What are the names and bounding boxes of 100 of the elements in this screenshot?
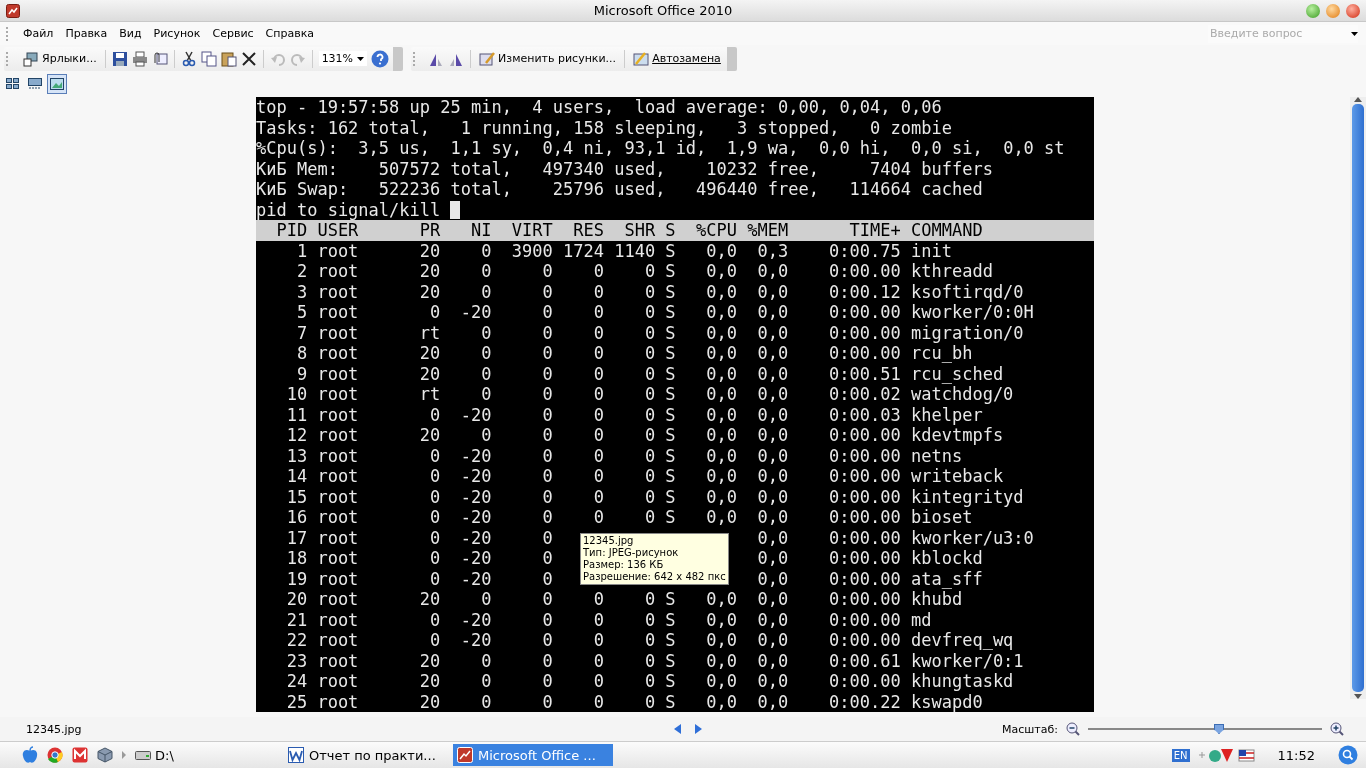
table-cell: netns (911, 445, 963, 466)
table-cell: 12 (286, 425, 308, 445)
table-cell: -20 (460, 568, 492, 589)
paste-icon[interactable] (220, 50, 237, 67)
table-cell: 0 (644, 691, 656, 712)
close-button[interactable] (1346, 3, 1360, 18)
language-indicator[interactable]: EN (1171, 748, 1190, 762)
expand-arrow-icon[interactable] (122, 751, 126, 759)
table-cell: 0 (542, 589, 553, 609)
picture-pencil-icon[interactable] (479, 50, 496, 67)
table-cell: 0,0 (757, 363, 789, 384)
slider-thumb[interactable] (1214, 724, 1224, 734)
table-cell: 0 (542, 445, 553, 466)
dropdown-caret-icon[interactable] (1351, 31, 1358, 36)
table-cell: rcu_sched (911, 363, 1004, 384)
zoom-dropdown[interactable]: 131% (318, 51, 368, 66)
next-icon[interactable] (694, 724, 702, 734)
table-cell: 0 (542, 261, 553, 281)
table-cell: 0 (644, 466, 656, 486)
table-cell: 0,0 (757, 568, 789, 589)
scroll-up-icon[interactable] (1354, 97, 1362, 102)
shortcuts-button[interactable]: Ярлыки... (21, 48, 99, 69)
table-cell: 0,0 (706, 240, 737, 261)
copy-icon[interactable] (200, 50, 217, 67)
cut-icon[interactable] (180, 50, 197, 67)
cube-icon[interactable] (97, 747, 113, 763)
table-cell: 0 (542, 322, 553, 343)
tray-icons-drawing[interactable] (1198, 747, 1255, 763)
table-cell: 0,0 (757, 507, 789, 527)
table-cell: 0 (593, 404, 604, 425)
table-cell: 0 (481, 384, 492, 404)
table-cell: 0,0 (757, 589, 789, 609)
attach-icon[interactable] (151, 50, 168, 67)
delete-icon[interactable] (240, 50, 257, 67)
table-cell: 0,0 (757, 343, 789, 363)
table-cell: ksoftirqd/0 (911, 281, 1024, 302)
table-cell: 0,0 (706, 384, 737, 404)
zoom-in-icon[interactable] (1330, 722, 1344, 736)
table-cell: 0 (542, 630, 553, 650)
table-cell: 0 (644, 281, 656, 302)
column-header: SHR (623, 220, 656, 241)
table-cell: 0,0 (706, 609, 737, 630)
table-cell: 0 (542, 691, 553, 712)
apple-icon[interactable] (22, 746, 38, 764)
table-cell: root (317, 240, 359, 261)
menu-item[interactable]: Вид (113, 25, 148, 42)
taskbar-button[interactable]: Microsoft Office ... (453, 744, 613, 766)
table-cell: root (317, 281, 359, 302)
menu-item[interactable]: Правка (59, 25, 114, 42)
table-cell: 0 (481, 425, 492, 445)
mail-icon[interactable] (72, 747, 88, 763)
table-cell: 0:00.00 (829, 425, 901, 445)
window-title: Microsoft Office 2010 (592, 3, 734, 18)
table-cell: root (317, 609, 359, 630)
previous-icon[interactable] (674, 724, 682, 734)
menu-item[interactable]: Сервис (206, 25, 260, 42)
table-cell: 0:00.00 (829, 507, 901, 527)
table-cell: 0 (644, 343, 656, 363)
vertical-scrollbar[interactable] (1350, 97, 1366, 699)
save-icon[interactable] (111, 50, 128, 67)
menu-item[interactable]: Файл (17, 25, 60, 42)
shortcut-icon[interactable] (23, 50, 39, 67)
browser-icon[interactable] (47, 747, 63, 763)
drive-icon[interactable] (135, 749, 151, 761)
table-cell: 0 (481, 671, 492, 691)
table-cell: 0 (429, 568, 441, 589)
table-cell: 1 (296, 240, 308, 261)
table-cell: 3900 (511, 240, 553, 261)
table-cell: 0 (481, 650, 492, 671)
help-icon[interactable] (371, 49, 390, 68)
zoom-out-icon[interactable] (1066, 722, 1080, 736)
table-cell: -20 (460, 486, 492, 507)
autocorrect-button[interactable]: Автозамена (631, 48, 723, 69)
table-cell: khubd (911, 589, 963, 609)
app-icon[interactable] (457, 747, 473, 763)
table-cell: 0 (593, 343, 604, 363)
table-cell: 0 (644, 445, 656, 466)
picture-wand-icon[interactable] (633, 50, 650, 67)
menu-item[interactable]: Справка (259, 25, 321, 42)
table-cell: S (665, 650, 676, 671)
column-header: COMMAND (911, 220, 984, 241)
table-cell: root (317, 589, 359, 609)
table-cell: kblockd (911, 548, 983, 568)
table-cell: 0,0 (706, 671, 737, 691)
print-icon[interactable] (131, 50, 148, 67)
table-cell: 20 (419, 240, 441, 261)
terminal-line: %Cpu(s): 3,5 us, 1,1 sy, 0,4 ni, 93,1 id, 1,9 wa, 0,0 hi, 0,0 si, 0,0 st (256, 138, 1066, 159)
taskbar-button[interactable]: Отчет по практи... (284, 744, 444, 766)
table-cell: 0,0 (757, 302, 789, 322)
word-icon[interactable] (288, 747, 304, 763)
dropdown-caret-icon[interactable] (357, 56, 365, 61)
scroll-down-icon[interactable] (1354, 694, 1362, 699)
drive-button[interactable]: D:\ (135, 747, 275, 763)
table-cell: 18 (286, 548, 308, 568)
menu-item[interactable]: Рисунок (147, 25, 207, 42)
table-cell: 0 (593, 507, 604, 527)
search-icon[interactable] (1338, 745, 1358, 765)
table-cell: 0,0 (706, 343, 737, 363)
edit-pictures-button[interactable]: Изменить рисунки... (477, 48, 619, 69)
table-cell: 0 (481, 343, 492, 363)
